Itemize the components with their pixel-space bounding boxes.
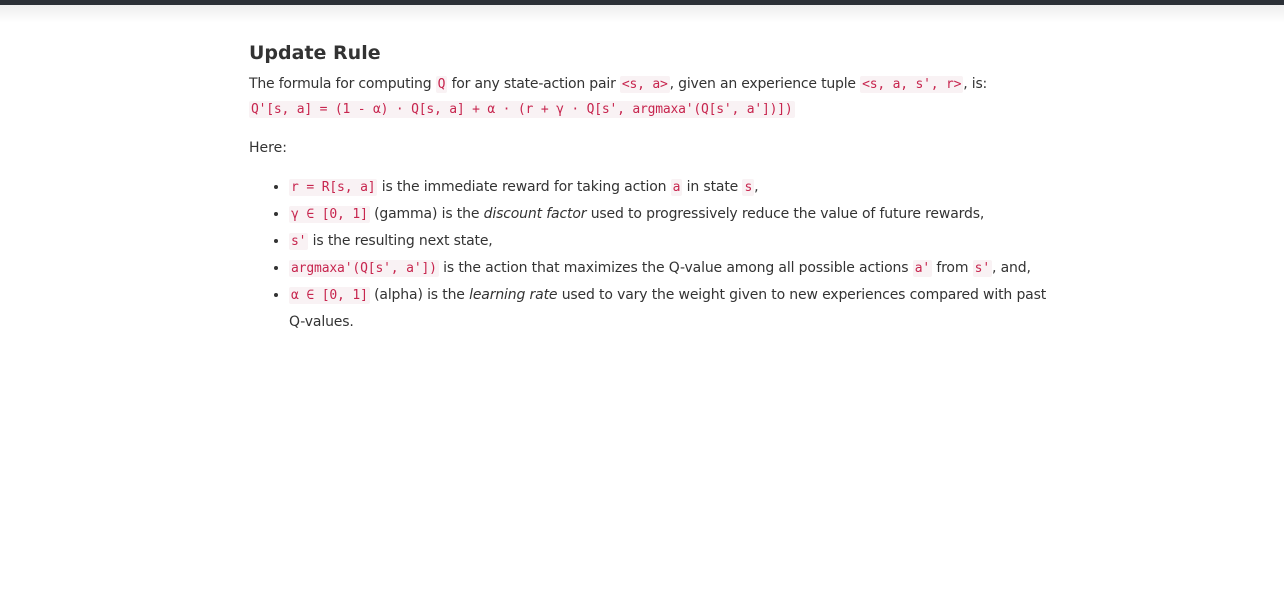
alpha-code: α ∈ [0, 1] (289, 287, 370, 304)
update-formula: Q'[s, a] = (1 - α) · Q[s, a] + α · (r + … (249, 101, 795, 118)
intro-code-q: Q (435, 76, 448, 93)
intro-code-tuple: <s, a, s', r> (860, 76, 964, 93)
discount-factor-term: discount factor (483, 206, 587, 222)
action-code: a (670, 179, 683, 196)
next-action-code: a' (912, 260, 933, 277)
list-item: argmaxa'(Q[s', a']) is the action that m… (289, 255, 1049, 282)
next-state-code: s' (972, 260, 992, 277)
formula-line: Q'[s, a] = (1 - α) · Q[s, a] + α · (r + … (249, 97, 1049, 122)
intro-code-pair: <s, a> (619, 76, 670, 93)
argmax-code: argmaxa'(Q[s', a']) (289, 260, 439, 277)
section-heading: Update Rule (249, 42, 381, 64)
state-code: s (742, 179, 755, 196)
list-item: s' is the resulting next state, (289, 228, 1049, 255)
list-item-text: used to progressively reduce the value o… (586, 206, 985, 222)
top-shade (0, 5, 1284, 23)
list-item-text: (alpha) is the (369, 287, 470, 303)
list-item-text: , and, (992, 260, 1031, 276)
list-item: α ∈ [0, 1] (alpha) is the learning rate … (289, 282, 1049, 336)
list-item-text: is the action that maximizes the Q-value… (438, 260, 913, 276)
intro-text-2: for any state-action pair (447, 76, 620, 92)
list-item: r = R[s, a] is the immediate reward for … (289, 174, 1049, 201)
definitions-list: r = R[s, a] is the immediate reward for … (249, 174, 1049, 336)
list-item-text: , (754, 179, 759, 195)
list-item-text: in state (682, 179, 743, 195)
intro-paragraph: The formula for computing Q for any stat… (249, 72, 1049, 122)
reward-code: r = R[s, a] (289, 179, 378, 196)
intro-text-4: , is: (963, 76, 988, 92)
list-item: γ ∈ [0, 1] (gamma) is the discount facto… (289, 201, 1049, 228)
list-item-text: from (932, 260, 973, 276)
learning-rate-term: learning rate (469, 287, 558, 303)
gamma-code: γ ∈ [0, 1] (289, 206, 370, 223)
article-content: Update Rule The formula for computing Q … (249, 38, 1049, 336)
next-state-code: s' (289, 233, 309, 250)
list-item-text: is the resulting next state, (308, 233, 493, 249)
list-item-text: is the immediate reward for taking actio… (377, 179, 671, 195)
list-item-text: (gamma) is the (369, 206, 484, 222)
intro-text-1: The formula for computing (249, 76, 436, 92)
intro-text-3: , given an experience tuple (669, 76, 861, 92)
here-label: Here: (249, 140, 287, 156)
